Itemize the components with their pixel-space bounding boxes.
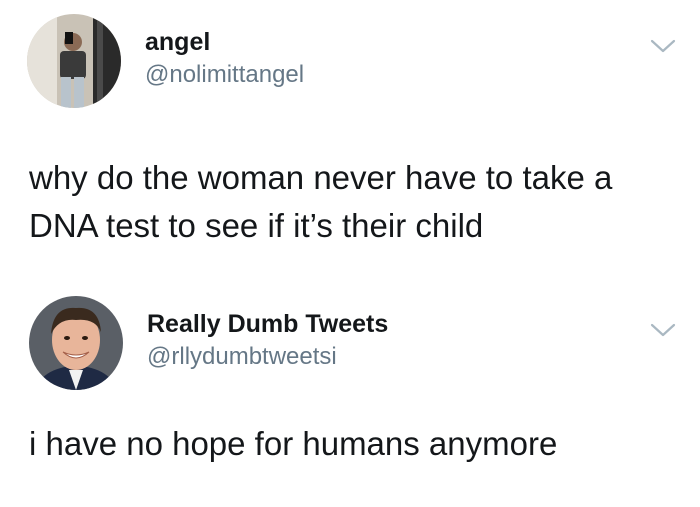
tweet-card: Really Dumb Tweets @rllydumbtweetsi i ha…	[0, 282, 700, 507]
tweet-card: angel @nolimittangel why do the woman ne…	[0, 0, 700, 280]
tweet-text: i have no hope for humans anymore	[29, 425, 558, 462]
avatar[interactable]	[29, 296, 123, 390]
chevron-down-icon[interactable]	[650, 322, 676, 338]
user-photo-avatar-icon	[27, 14, 121, 108]
user-handle[interactable]: @rllydumbtweetsi	[147, 342, 337, 372]
chevron-down-icon[interactable]	[650, 38, 676, 54]
avatar[interactable]	[27, 14, 121, 108]
user-photo-avatar-icon	[29, 296, 123, 390]
tweet-text: why do the woman never have to take a DN…	[29, 159, 613, 244]
display-name[interactable]: angel	[145, 27, 210, 57]
display-name[interactable]: Really Dumb Tweets	[147, 309, 388, 339]
user-handle[interactable]: @nolimittangel	[145, 60, 304, 90]
